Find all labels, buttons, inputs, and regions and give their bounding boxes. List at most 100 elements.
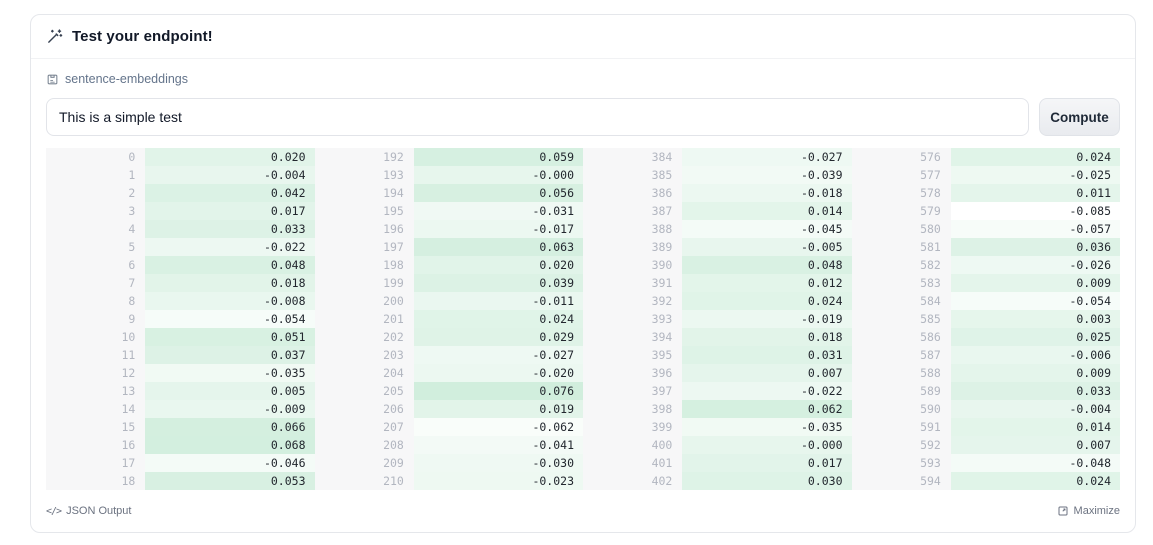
embedding-value: 0.018	[145, 274, 314, 292]
embedding-index: 201	[315, 310, 414, 328]
embedding-row: 385-0.039	[583, 166, 852, 184]
embedding-row: 3980.062	[583, 400, 852, 418]
input-row: Compute	[31, 86, 1135, 148]
code-brackets-icon: </>	[46, 506, 61, 517]
embedding-index: 208	[315, 436, 414, 454]
embedding-value: 0.048	[682, 256, 851, 274]
embedding-index: 6	[46, 256, 145, 274]
embedding-row: 204-0.020	[315, 364, 584, 382]
embedding-row: 5860.025	[852, 328, 1121, 346]
embedding-value: 0.005	[145, 382, 314, 400]
embedding-value: -0.030	[414, 454, 583, 472]
card-header: Test your endpoint!	[31, 15, 1135, 59]
embedding-value: 0.024	[682, 292, 851, 310]
embedding-index: 388	[583, 220, 682, 238]
embedding-value: 0.029	[414, 328, 583, 346]
embedding-index: 582	[852, 256, 951, 274]
embedding-row: 5760.024	[852, 148, 1121, 166]
embedding-row: 580-0.057	[852, 220, 1121, 238]
embedding-index: 210	[315, 472, 414, 490]
embedding-index: 0	[46, 148, 145, 166]
compute-button[interactable]: Compute	[1039, 98, 1120, 136]
task-label: sentence-embeddings	[65, 72, 188, 86]
embedding-index: 1	[46, 166, 145, 184]
embedding-row: 210-0.023	[315, 472, 584, 490]
embedding-index: 4	[46, 220, 145, 238]
embedding-value: 0.063	[414, 238, 583, 256]
embedding-value: 0.062	[682, 400, 851, 418]
embedding-index: 590	[852, 400, 951, 418]
embedding-row: 195-0.031	[315, 202, 584, 220]
embedding-index: 385	[583, 166, 682, 184]
embedding-index: 399	[583, 418, 682, 436]
test-input[interactable]	[46, 98, 1029, 136]
embedding-index: 197	[315, 238, 414, 256]
embedding-row: 5830.009	[852, 274, 1121, 292]
embedding-value: 0.011	[951, 184, 1120, 202]
embedding-value: -0.054	[145, 310, 314, 328]
embedding-row: 393-0.019	[583, 310, 852, 328]
embedding-row: 193-0.000	[315, 166, 584, 184]
embedding-row: 3900.048	[583, 256, 852, 274]
embedding-value: -0.022	[145, 238, 314, 256]
embedding-row: 20.042	[46, 184, 315, 202]
embedding-index: 589	[852, 382, 951, 400]
embedding-row: 5890.033	[852, 382, 1121, 400]
embedding-index: 390	[583, 256, 682, 274]
embedding-row: 200-0.011	[315, 292, 584, 310]
embedding-index: 588	[852, 364, 951, 382]
embedding-index: 7	[46, 274, 145, 292]
embedding-value: 0.031	[682, 346, 851, 364]
embeddings-scroll-area[interactable]: 00.0201-0.00420.04230.01740.0335-0.02260…	[46, 148, 1120, 492]
embedding-row: 160.068	[46, 436, 315, 454]
embedding-value: -0.026	[951, 256, 1120, 274]
embedding-value: -0.031	[414, 202, 583, 220]
embedding-value: 0.024	[951, 148, 1120, 166]
embedding-value: 0.053	[145, 472, 314, 490]
embedding-row: 5-0.022	[46, 238, 315, 256]
embedding-index: 580	[852, 220, 951, 238]
embedding-index: 394	[583, 328, 682, 346]
embedding-row: 5910.014	[852, 418, 1121, 436]
embedding-index: 387	[583, 202, 682, 220]
embedding-row: 1940.056	[315, 184, 584, 202]
task-icon	[46, 73, 59, 86]
embedding-row: 5880.009	[852, 364, 1121, 382]
embedding-row: 208-0.041	[315, 436, 584, 454]
embedding-index: 587	[852, 346, 951, 364]
embedding-row: 196-0.017	[315, 220, 584, 238]
embedding-index: 576	[852, 148, 951, 166]
embedding-value: 0.037	[145, 346, 314, 364]
embedding-row: 8-0.008	[46, 292, 315, 310]
embedding-value: -0.046	[145, 454, 314, 472]
embedding-value: -0.000	[414, 166, 583, 184]
embedding-row: 388-0.045	[583, 220, 852, 238]
embedding-index: 11	[46, 346, 145, 364]
embedding-value: -0.054	[951, 292, 1120, 310]
embedding-row: 4010.017	[583, 454, 852, 472]
embedding-index: 195	[315, 202, 414, 220]
embedding-row: 40.033	[46, 220, 315, 238]
embedding-index: 402	[583, 472, 682, 490]
embedding-value: 0.066	[145, 418, 314, 436]
embedding-row: 5810.036	[852, 238, 1121, 256]
embedding-index: 16	[46, 436, 145, 454]
json-output-label: JSON Output	[66, 505, 131, 517]
embeddings-grid: 00.0201-0.00420.04230.01740.0335-0.02260…	[46, 148, 1120, 490]
embedding-index: 393	[583, 310, 682, 328]
embedding-row: 397-0.022	[583, 382, 852, 400]
embedding-value: -0.017	[414, 220, 583, 238]
json-output-button[interactable]: </> JSON Output	[46, 505, 131, 517]
embedding-index: 398	[583, 400, 682, 418]
embedding-row: 1-0.004	[46, 166, 315, 184]
embedding-value: -0.041	[414, 436, 583, 454]
maximize-button[interactable]: Maximize	[1057, 505, 1120, 517]
embedding-index: 400	[583, 436, 682, 454]
embedding-row: 584-0.054	[852, 292, 1121, 310]
embedding-row: 1980.020	[315, 256, 584, 274]
embedding-value: 0.033	[145, 220, 314, 238]
embedding-value: 0.024	[951, 472, 1120, 490]
endpoint-test-card: Test your endpoint! sentence-embeddings …	[30, 14, 1136, 533]
embedding-index: 196	[315, 220, 414, 238]
embedding-index: 396	[583, 364, 682, 382]
